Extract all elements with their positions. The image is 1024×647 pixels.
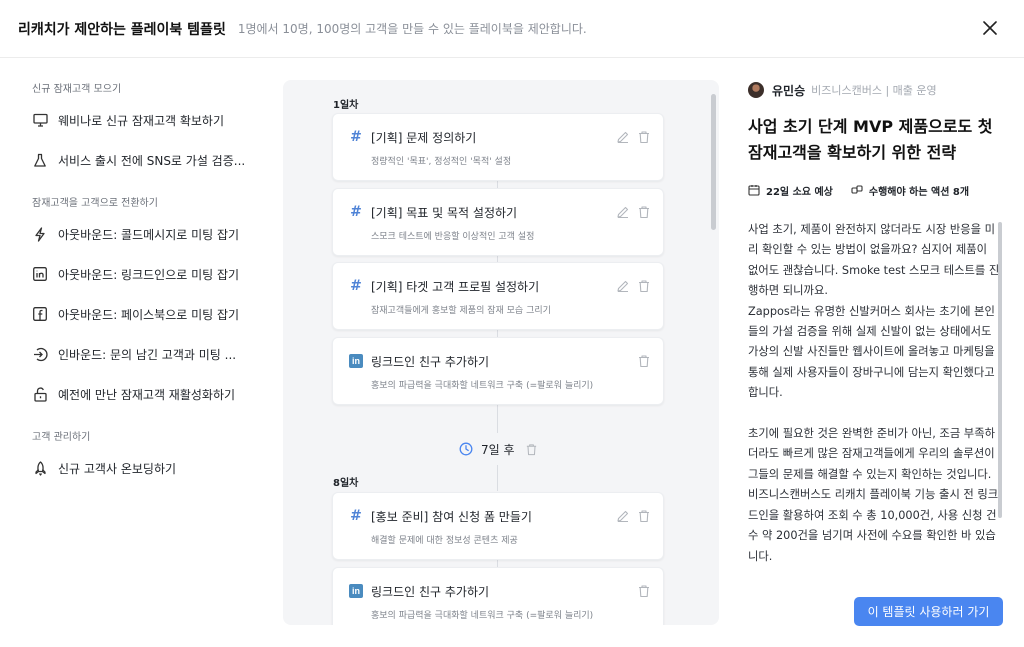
clock-icon bbox=[459, 442, 473, 456]
timeline-scrollbar[interactable] bbox=[711, 94, 716, 230]
wait-delay[interactable]: 7일 후 bbox=[459, 439, 538, 459]
hash-icon: # bbox=[350, 204, 362, 220]
action-card[interactable]: # [기획] 문제 정의하기 정량적인 '목표', 정성적인 '목적' 설정 bbox=[332, 113, 664, 181]
sidebar-item-inbound-meeting[interactable]: 인바운드: 문의 남긴 고객과 미팅 ... bbox=[0, 334, 268, 374]
sidebar-item-cold-message[interactable]: 아웃바운드: 콜드메시지로 미팅 잡기 bbox=[0, 214, 268, 254]
sidebar-item-label: 아웃바운드: 페이스북으로 미팅 잡기 bbox=[58, 307, 240, 322]
sidebar-section-title: 신규 잠재고객 모으기 bbox=[32, 84, 122, 95]
description-scroll[interactable]: 사업 초기, 제품이 완전하지 않더라도 시장 반응을 미리 확인할 수 있는 … bbox=[748, 220, 1010, 565]
login-icon bbox=[32, 346, 48, 362]
linkedin-icon: in bbox=[349, 584, 363, 598]
sidebar-item-label: 웨비나로 신규 잠재고객 확보하기 bbox=[58, 113, 225, 128]
trash-icon[interactable] bbox=[637, 279, 651, 293]
timeline-connector bbox=[497, 465, 498, 491]
author-name: 유민승 bbox=[772, 83, 806, 98]
rocket-icon bbox=[32, 460, 48, 476]
day-label: 8일차 bbox=[333, 478, 359, 489]
wait-label: 7일 후 bbox=[481, 442, 515, 457]
trash-icon[interactable] bbox=[637, 354, 651, 368]
edit-icon[interactable] bbox=[616, 205, 630, 219]
edit-icon[interactable] bbox=[616, 509, 630, 523]
action-card[interactable]: # [기획] 목표 및 목적 설정하기 스모크 테스트에 반응할 이상적인 고객… bbox=[332, 188, 664, 256]
action-card[interactable]: # [홍보 준비] 참여 신청 폼 만들기 해결할 문제에 대한 정보성 콘텐츠… bbox=[332, 492, 664, 560]
timeline-connector bbox=[497, 405, 498, 433]
card-description: 잠재고객들에게 홍보할 제품의 잠재 모습 그리기 bbox=[371, 306, 551, 316]
sidebar-item-label: 아웃바운드: 콜드메시지로 미팅 잡기 bbox=[58, 227, 240, 242]
sidebar-item-label: 인바운드: 문의 남긴 고객과 미팅 ... bbox=[58, 347, 237, 362]
avatar bbox=[748, 82, 764, 98]
sidebar-item-label: 예전에 만난 잠재고객 재활성화하기 bbox=[58, 387, 236, 402]
calendar-icon bbox=[748, 185, 760, 196]
close-icon bbox=[983, 21, 997, 35]
sidebar-item-reactivate[interactable]: 예전에 만난 잠재고객 재활성화하기 bbox=[0, 374, 268, 414]
modal-title: 리캐치가 제안하는 플레이북 템플릿 bbox=[18, 21, 226, 38]
hash-icon: # bbox=[350, 508, 362, 524]
card-description: 스모크 테스트에 반응할 이상적인 고객 설정 bbox=[371, 232, 535, 242]
close-button[interactable] bbox=[976, 14, 1004, 42]
actions-icon bbox=[851, 185, 863, 194]
card-title: 링크드인 친구 추가하기 bbox=[371, 585, 490, 599]
action-card[interactable]: in 링크드인 친구 추가하기 홍보의 파급력을 극대화할 네트워크 구축 (=… bbox=[332, 567, 664, 625]
template-sidebar: 신규 잠재고객 모으기 웨비나로 신규 잠재고객 확보하기 서비스 출시 전에 … bbox=[0, 58, 268, 647]
hash-icon: # bbox=[350, 129, 362, 145]
sidebar-item-linkedin-meeting[interactable]: 아웃바운드: 링크드인으로 미팅 잡기 bbox=[0, 254, 268, 294]
edit-icon[interactable] bbox=[616, 279, 630, 293]
sidebar-section-title: 잠재고객을 고객으로 전환하기 bbox=[32, 198, 158, 209]
action-card[interactable]: in 링크드인 친구 추가하기 홍보의 파급력을 극대화할 네트워크 구축 (=… bbox=[332, 337, 664, 405]
card-title: [기획] 문제 정의하기 bbox=[371, 131, 477, 145]
actions-count-text: 수행해야 하는 액션 8개 bbox=[868, 186, 970, 198]
sidebar-item-label: 신규 고객사 온보딩하기 bbox=[58, 461, 177, 476]
facebook-icon bbox=[32, 306, 48, 322]
author-role: 비즈니스캔버스 | 매출 운영 bbox=[811, 84, 937, 97]
detail-description: 사업 초기, 제품이 완전하지 않더라도 시장 반응을 미리 확인할 수 있는 … bbox=[748, 223, 1000, 563]
description-scrollbar[interactable] bbox=[998, 222, 1002, 518]
trash-icon[interactable] bbox=[637, 584, 651, 598]
card-description: 홍보의 파급력을 극대화할 네트워크 구축 (=팔로워 늘리기) bbox=[371, 381, 594, 391]
day-label: 1일차 bbox=[333, 100, 359, 111]
author-row: 유민승 비즈니스캔버스 | 매출 운영 bbox=[748, 80, 1010, 100]
linkedin-icon bbox=[32, 266, 48, 282]
trash-icon[interactable] bbox=[637, 130, 651, 144]
sidebar-item-facebook-meeting[interactable]: 아웃바운드: 페이스북으로 미팅 잡기 bbox=[0, 294, 268, 334]
trash-icon[interactable] bbox=[637, 205, 651, 219]
sidebar-item-webinar[interactable]: 웨비나로 신규 잠재고객 확보하기 bbox=[0, 100, 268, 140]
modal-subtitle: 1명에서 10명, 100명의 고객을 만들 수 있는 플레이북을 제안합니다. bbox=[237, 22, 587, 36]
card-title: 링크드인 친구 추가하기 bbox=[371, 355, 490, 369]
lightning-icon bbox=[32, 226, 48, 242]
duration-text: 22일 소요 예상 bbox=[766, 186, 833, 198]
template-detail: 유민승 비즈니스캔버스 | 매출 운영 사업 초기 단계 MVP 제품으로도 첫… bbox=[748, 80, 1010, 640]
sidebar-item-label: 아웃바운드: 링크드인으로 미팅 잡기 bbox=[58, 267, 240, 282]
card-title: [기획] 타겟 고객 프로필 설정하기 bbox=[371, 280, 540, 294]
card-title: [홍보 준비] 참여 신청 폼 만들기 bbox=[371, 510, 532, 524]
sidebar-item-onboarding[interactable]: 신규 고객사 온보딩하기 bbox=[0, 448, 268, 488]
card-title: [기획] 목표 및 목적 설정하기 bbox=[371, 206, 518, 220]
timeline-panel[interactable]: 1일차 # [기획] 문제 정의하기 정량적인 '목표', 정성적인 '목적' … bbox=[283, 80, 719, 625]
detail-title: 사업 초기 단계 MVP 제품으로도 첫 잠재고객을 확보하기 위한 전략 bbox=[748, 117, 993, 162]
sidebar-section-title: 고객 관리하기 bbox=[32, 432, 91, 443]
linkedin-icon: in bbox=[349, 354, 363, 368]
sidebar-item-label: 서비스 출시 전에 SNS로 가설 검증... bbox=[58, 153, 246, 168]
hash-icon: # bbox=[350, 278, 362, 294]
trash-icon[interactable] bbox=[525, 443, 538, 456]
card-description: 정량적인 '목표', 정성적인 '목적' 설정 bbox=[371, 157, 512, 167]
action-card[interactable]: # [기획] 타겟 고객 프로필 설정하기 잠재고객들에게 홍보할 제품의 잠재… bbox=[332, 262, 664, 330]
sidebar-item-sns-validation[interactable]: 서비스 출시 전에 SNS로 가설 검증... bbox=[0, 140, 268, 180]
unlock-icon bbox=[32, 386, 48, 402]
use-template-button[interactable]: 이 템플릿 사용하러 가기 bbox=[854, 597, 1003, 626]
card-description: 해결할 문제에 대한 정보성 콘텐츠 제공 bbox=[371, 536, 518, 546]
monitor-icon bbox=[32, 112, 48, 128]
trash-icon[interactable] bbox=[637, 509, 651, 523]
modal-header: 리캐치가 제안하는 플레이북 템플릿 1명에서 10명, 100명의 고객을 만… bbox=[0, 0, 1024, 58]
detail-meta: 22일 소요 예상 수행해야 하는 액션 8개 bbox=[748, 182, 1010, 198]
flask-icon bbox=[32, 152, 48, 168]
edit-icon[interactable] bbox=[616, 130, 630, 144]
card-description: 홍보의 파급력을 극대화할 네트워크 구축 (=팔로워 늘리기) bbox=[371, 611, 594, 621]
